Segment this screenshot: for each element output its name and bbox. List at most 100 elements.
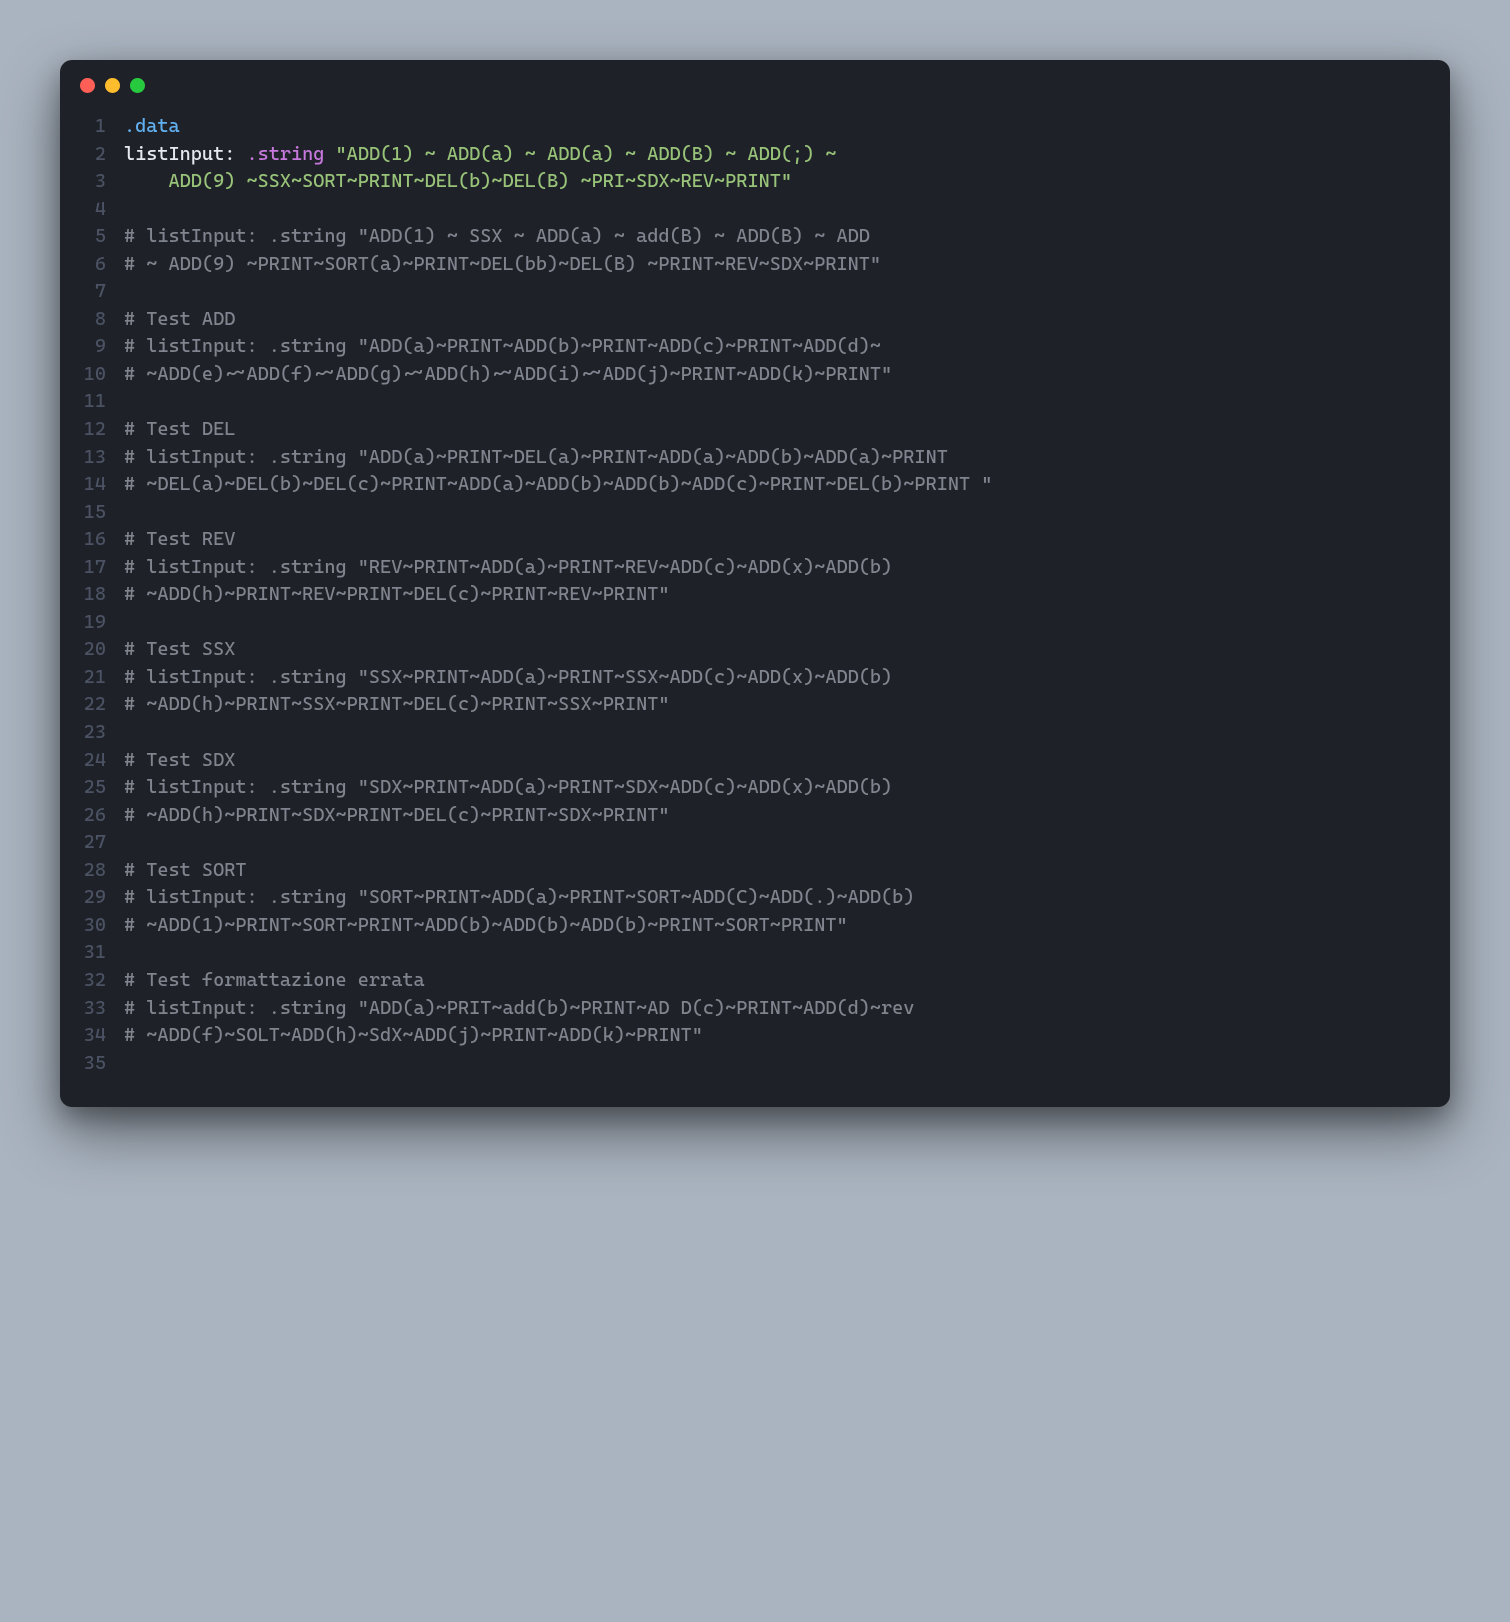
code-line: 1.data: [82, 113, 1428, 141]
code-editor[interactable]: 1.data2listInput: .string "ADD(1) ~ ADD(…: [60, 101, 1450, 1107]
close-icon[interactable]: [80, 78, 95, 93]
code-line: 6# ~ ADD(9) ~PRINT~SORT(a)~PRINT~DEL(bb)…: [82, 251, 1428, 279]
code-line: 19: [82, 609, 1428, 637]
token-comment: # ~ADD(e)~~ADD(f)~~ADD(g)~~ADD(h)~~ADD(i…: [124, 363, 892, 385]
code-line: 16# Test REV: [82, 526, 1428, 554]
token-string: ADD(9) ~SSX~SORT~PRINT~DEL(b)~DEL(B) ~PR…: [124, 170, 792, 192]
line-number: 11: [82, 388, 124, 416]
line-content: # listInput: .string "ADD(1) ~ SSX ~ ADD…: [124, 223, 1428, 251]
token-keyword: .string: [246, 143, 324, 165]
line-content: # Test SDX: [124, 747, 1428, 775]
line-content: [124, 829, 1428, 857]
code-line: 11: [82, 388, 1428, 416]
line-number: 32: [82, 967, 124, 995]
code-line: 23: [82, 719, 1428, 747]
line-content: [124, 719, 1428, 747]
code-line: 35: [82, 1050, 1428, 1078]
line-content: # ~ADD(1)~PRINT~SORT~PRINT~ADD(b)~ADD(b)…: [124, 912, 1428, 940]
line-number: 25: [82, 774, 124, 802]
line-number: 4: [82, 196, 124, 224]
line-number: 19: [82, 609, 124, 637]
token-label: listInput:: [124, 143, 235, 165]
token-comment: # listInput: .string "REV~PRINT~ADD(a)~P…: [124, 556, 892, 578]
line-content: # ~ADD(h)~PRINT~SSX~PRINT~DEL(c)~PRINT~S…: [124, 691, 1428, 719]
code-line: 28# Test SORT: [82, 857, 1428, 885]
code-line: 26# ~ADD(h)~PRINT~SDX~PRINT~DEL(c)~PRINT…: [82, 802, 1428, 830]
line-number: 9: [82, 333, 124, 361]
line-content: # ~ADD(h)~PRINT~SDX~PRINT~DEL(c)~PRINT~S…: [124, 802, 1428, 830]
token-string: "ADD(1) ~ ADD(a) ~ ADD(a) ~ ADD(B) ~ ADD…: [336, 143, 848, 165]
code-line: 3 ADD(9) ~SSX~SORT~PRINT~DEL(b)~DEL(B) ~…: [82, 168, 1428, 196]
code-line: 25# listInput: .string "SDX~PRINT~ADD(a)…: [82, 774, 1428, 802]
line-content: [124, 1050, 1428, 1078]
line-number: 17: [82, 554, 124, 582]
line-number: 10: [82, 361, 124, 389]
line-number: 13: [82, 444, 124, 472]
line-number: 18: [82, 581, 124, 609]
line-number: 28: [82, 857, 124, 885]
line-content: # ~ADD(e)~~ADD(f)~~ADD(g)~~ADD(h)~~ADD(i…: [124, 361, 1428, 389]
token-comment: # Test SORT: [124, 859, 246, 881]
token-directive: .data: [124, 115, 180, 137]
token-comment: # Test SDX: [124, 749, 235, 771]
token-comment: # listInput: .string "ADD(a)~PRINT~ADD(b…: [124, 335, 881, 357]
line-content: # Test SORT: [124, 857, 1428, 885]
token-comment: # Test REV: [124, 528, 235, 550]
line-content: [124, 388, 1428, 416]
code-line: 14# ~DEL(a)~DEL(b)~DEL(c)~PRINT~ADD(a)~A…: [82, 471, 1428, 499]
code-line: 33# listInput: .string "ADD(a)~PRIT~add(…: [82, 995, 1428, 1023]
line-number: 1: [82, 113, 124, 141]
code-line: 21# listInput: .string "SSX~PRINT~ADD(a)…: [82, 664, 1428, 692]
line-content: # ~ ADD(9) ~PRINT~SORT(a)~PRINT~DEL(bb)~…: [124, 251, 1428, 279]
code-line: 30# ~ADD(1)~PRINT~SORT~PRINT~ADD(b)~ADD(…: [82, 912, 1428, 940]
line-number: 26: [82, 802, 124, 830]
token-comment: # listInput: .string "SORT~PRINT~ADD(a)~…: [124, 886, 914, 908]
token-comment: # Test DEL: [124, 418, 235, 440]
line-number: 2: [82, 141, 124, 169]
token-plain: [235, 143, 246, 165]
line-number: 33: [82, 995, 124, 1023]
line-content: # ~ADD(f)~SOLT~ADD(h)~SdX~ADD(j)~PRINT~A…: [124, 1022, 1428, 1050]
line-content: # Test ADD: [124, 306, 1428, 334]
zoom-icon[interactable]: [130, 78, 145, 93]
token-comment: # ~ADD(1)~PRINT~SORT~PRINT~ADD(b)~ADD(b)…: [124, 914, 848, 936]
token-comment: # Test SSX: [124, 638, 235, 660]
line-content: # listInput: .string "ADD(a)~PRIT~add(b)…: [124, 995, 1428, 1023]
line-content: # listInput: .string "REV~PRINT~ADD(a)~P…: [124, 554, 1428, 582]
line-content: listInput: .string "ADD(1) ~ ADD(a) ~ AD…: [124, 141, 1428, 169]
line-content: ADD(9) ~SSX~SORT~PRINT~DEL(b)~DEL(B) ~PR…: [124, 168, 1428, 196]
line-content: [124, 939, 1428, 967]
code-line: 9# listInput: .string "ADD(a)~PRINT~ADD(…: [82, 333, 1428, 361]
line-number: 21: [82, 664, 124, 692]
line-number: 22: [82, 691, 124, 719]
code-line: 22# ~ADD(h)~PRINT~SSX~PRINT~DEL(c)~PRINT…: [82, 691, 1428, 719]
line-number: 34: [82, 1022, 124, 1050]
code-line: 5# listInput: .string "ADD(1) ~ SSX ~ AD…: [82, 223, 1428, 251]
line-content: .data: [124, 113, 1428, 141]
line-content: # Test formattazione errata: [124, 967, 1428, 995]
line-content: # Test DEL: [124, 416, 1428, 444]
line-number: 15: [82, 499, 124, 527]
terminal-window: 1.data2listInput: .string "ADD(1) ~ ADD(…: [60, 60, 1450, 1107]
line-content: [124, 609, 1428, 637]
code-line: 24# Test SDX: [82, 747, 1428, 775]
line-number: 24: [82, 747, 124, 775]
line-content: # ~DEL(a)~DEL(b)~DEL(c)~PRINT~ADD(a)~ADD…: [124, 471, 1428, 499]
code-line: 20# Test SSX: [82, 636, 1428, 664]
code-line: 27: [82, 829, 1428, 857]
code-line: 13# listInput: .string "ADD(a)~PRINT~DEL…: [82, 444, 1428, 472]
code-line: 2listInput: .string "ADD(1) ~ ADD(a) ~ A…: [82, 141, 1428, 169]
token-comment: # listInput: .string "ADD(a)~PRIT~add(b)…: [124, 997, 914, 1019]
line-number: 8: [82, 306, 124, 334]
line-number: 12: [82, 416, 124, 444]
token-comment: # ~ADD(h)~PRINT~SSX~PRINT~DEL(c)~PRINT~S…: [124, 693, 670, 715]
line-number: 27: [82, 829, 124, 857]
line-number: 23: [82, 719, 124, 747]
minimize-icon[interactable]: [105, 78, 120, 93]
line-content: [124, 499, 1428, 527]
code-line: 18# ~ADD(h)~PRINT~REV~PRINT~DEL(c)~PRINT…: [82, 581, 1428, 609]
line-content: # listInput: .string "SSX~PRINT~ADD(a)~P…: [124, 664, 1428, 692]
token-comment: # ~ADD(h)~PRINT~REV~PRINT~DEL(c)~PRINT~R…: [124, 583, 670, 605]
line-number: 16: [82, 526, 124, 554]
line-content: # Test REV: [124, 526, 1428, 554]
